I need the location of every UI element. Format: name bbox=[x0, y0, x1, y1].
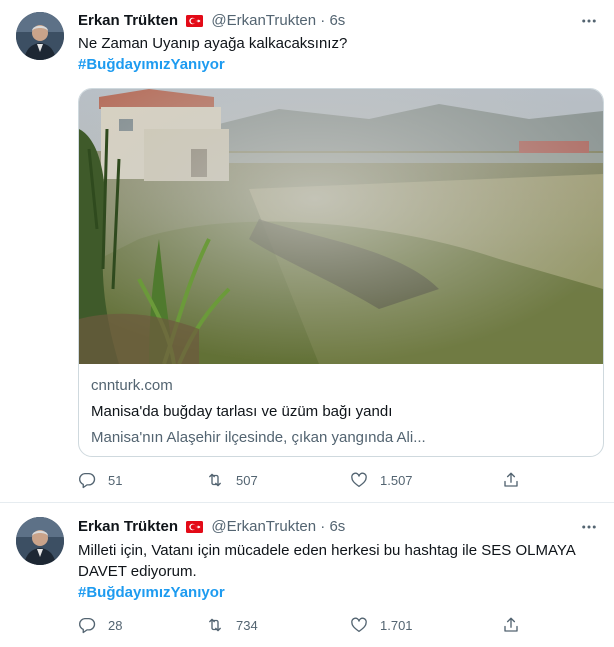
author-name[interactable]: Erkan Trükten bbox=[78, 12, 178, 29]
card-image bbox=[79, 89, 603, 364]
turkey-flag-icon bbox=[186, 13, 204, 33]
tweet[interactable]: Erkan Trükten @ErkanTrukten · 6s Milleti… bbox=[0, 503, 614, 647]
retweet-count: 734 bbox=[236, 617, 258, 633]
reply-button[interactable]: 51 bbox=[78, 468, 122, 492]
reply-icon bbox=[79, 472, 96, 489]
turkey-flag-icon bbox=[186, 519, 204, 539]
reply-count: 28 bbox=[108, 617, 123, 633]
separator-dot: · bbox=[320, 518, 326, 535]
hashtag-link[interactable]: #BuğdayımızYanıyor bbox=[78, 582, 598, 603]
like-button[interactable]: 1.507 bbox=[350, 468, 413, 492]
tweet-header: Erkan Trükten @ErkanTrukten · 6s bbox=[78, 11, 345, 31]
card-title: Manisa'da buğday tarlası ve üzüm bağı ya… bbox=[91, 403, 393, 420]
like-count: 1.701 bbox=[380, 617, 413, 633]
more-icon[interactable] bbox=[578, 11, 600, 31]
author-handle[interactable]: @ErkanTrukten bbox=[211, 12, 316, 29]
like-button[interactable]: 1.701 bbox=[350, 613, 413, 637]
heart-icon bbox=[351, 472, 367, 488]
heart-icon bbox=[351, 617, 367, 633]
share-icon bbox=[504, 617, 518, 632]
card-description: Manisa'nın Alaşehir ilçesinde, çıkan yan… bbox=[91, 429, 426, 446]
like-count: 1.507 bbox=[380, 472, 413, 488]
reply-count: 51 bbox=[108, 472, 123, 488]
share-button[interactable] bbox=[502, 468, 532, 492]
card-domain: cnnturk.com bbox=[91, 377, 173, 394]
hashtag-link[interactable]: #BuğdayımızYanıyor bbox=[78, 54, 598, 75]
author-name[interactable]: Erkan Trükten bbox=[78, 518, 178, 535]
tweet-text: Milleti için, Vatanı için mücadele eden … bbox=[78, 540, 598, 603]
tweet-actions: 28 734 1.701 bbox=[78, 613, 598, 637]
tweet-text: Ne Zaman Uyanıp ayağa kalkacaksınız? #Bu… bbox=[78, 33, 598, 75]
share-icon bbox=[504, 472, 518, 487]
retweet-icon bbox=[209, 473, 221, 487]
card-meta: cnnturk.com Manisa'da buğday tarlası ve … bbox=[91, 376, 591, 448]
retweet-icon bbox=[209, 618, 221, 632]
reply-icon bbox=[79, 617, 96, 634]
timestamp[interactable]: 6s bbox=[329, 12, 345, 29]
separator-dot: · bbox=[320, 12, 326, 29]
tweet-body: Milleti için, Vatanı için mücadele eden … bbox=[78, 542, 575, 580]
timestamp[interactable]: 6s bbox=[329, 518, 345, 535]
share-button[interactable] bbox=[502, 613, 532, 637]
retweet-button[interactable]: 507 bbox=[206, 468, 258, 492]
reply-button[interactable]: 28 bbox=[78, 613, 122, 637]
more-icon[interactable] bbox=[578, 517, 600, 537]
retweet-count: 507 bbox=[236, 472, 258, 488]
avatar[interactable] bbox=[16, 12, 64, 60]
tweet[interactable]: Erkan Trükten @ErkanTrukten · 6s Ne Zama… bbox=[0, 0, 614, 503]
link-card[interactable]: cnnturk.com Manisa'da buğday tarlası ve … bbox=[78, 88, 604, 457]
tweet-body: Ne Zaman Uyanıp ayağa kalkacaksınız? bbox=[78, 35, 348, 52]
retweet-button[interactable]: 734 bbox=[206, 613, 258, 637]
tweet-header: Erkan Trükten @ErkanTrukten · 6s bbox=[78, 517, 345, 537]
avatar[interactable] bbox=[16, 517, 64, 565]
tweet-actions: 51 507 1.507 bbox=[78, 468, 598, 492]
author-handle[interactable]: @ErkanTrukten bbox=[211, 518, 316, 535]
